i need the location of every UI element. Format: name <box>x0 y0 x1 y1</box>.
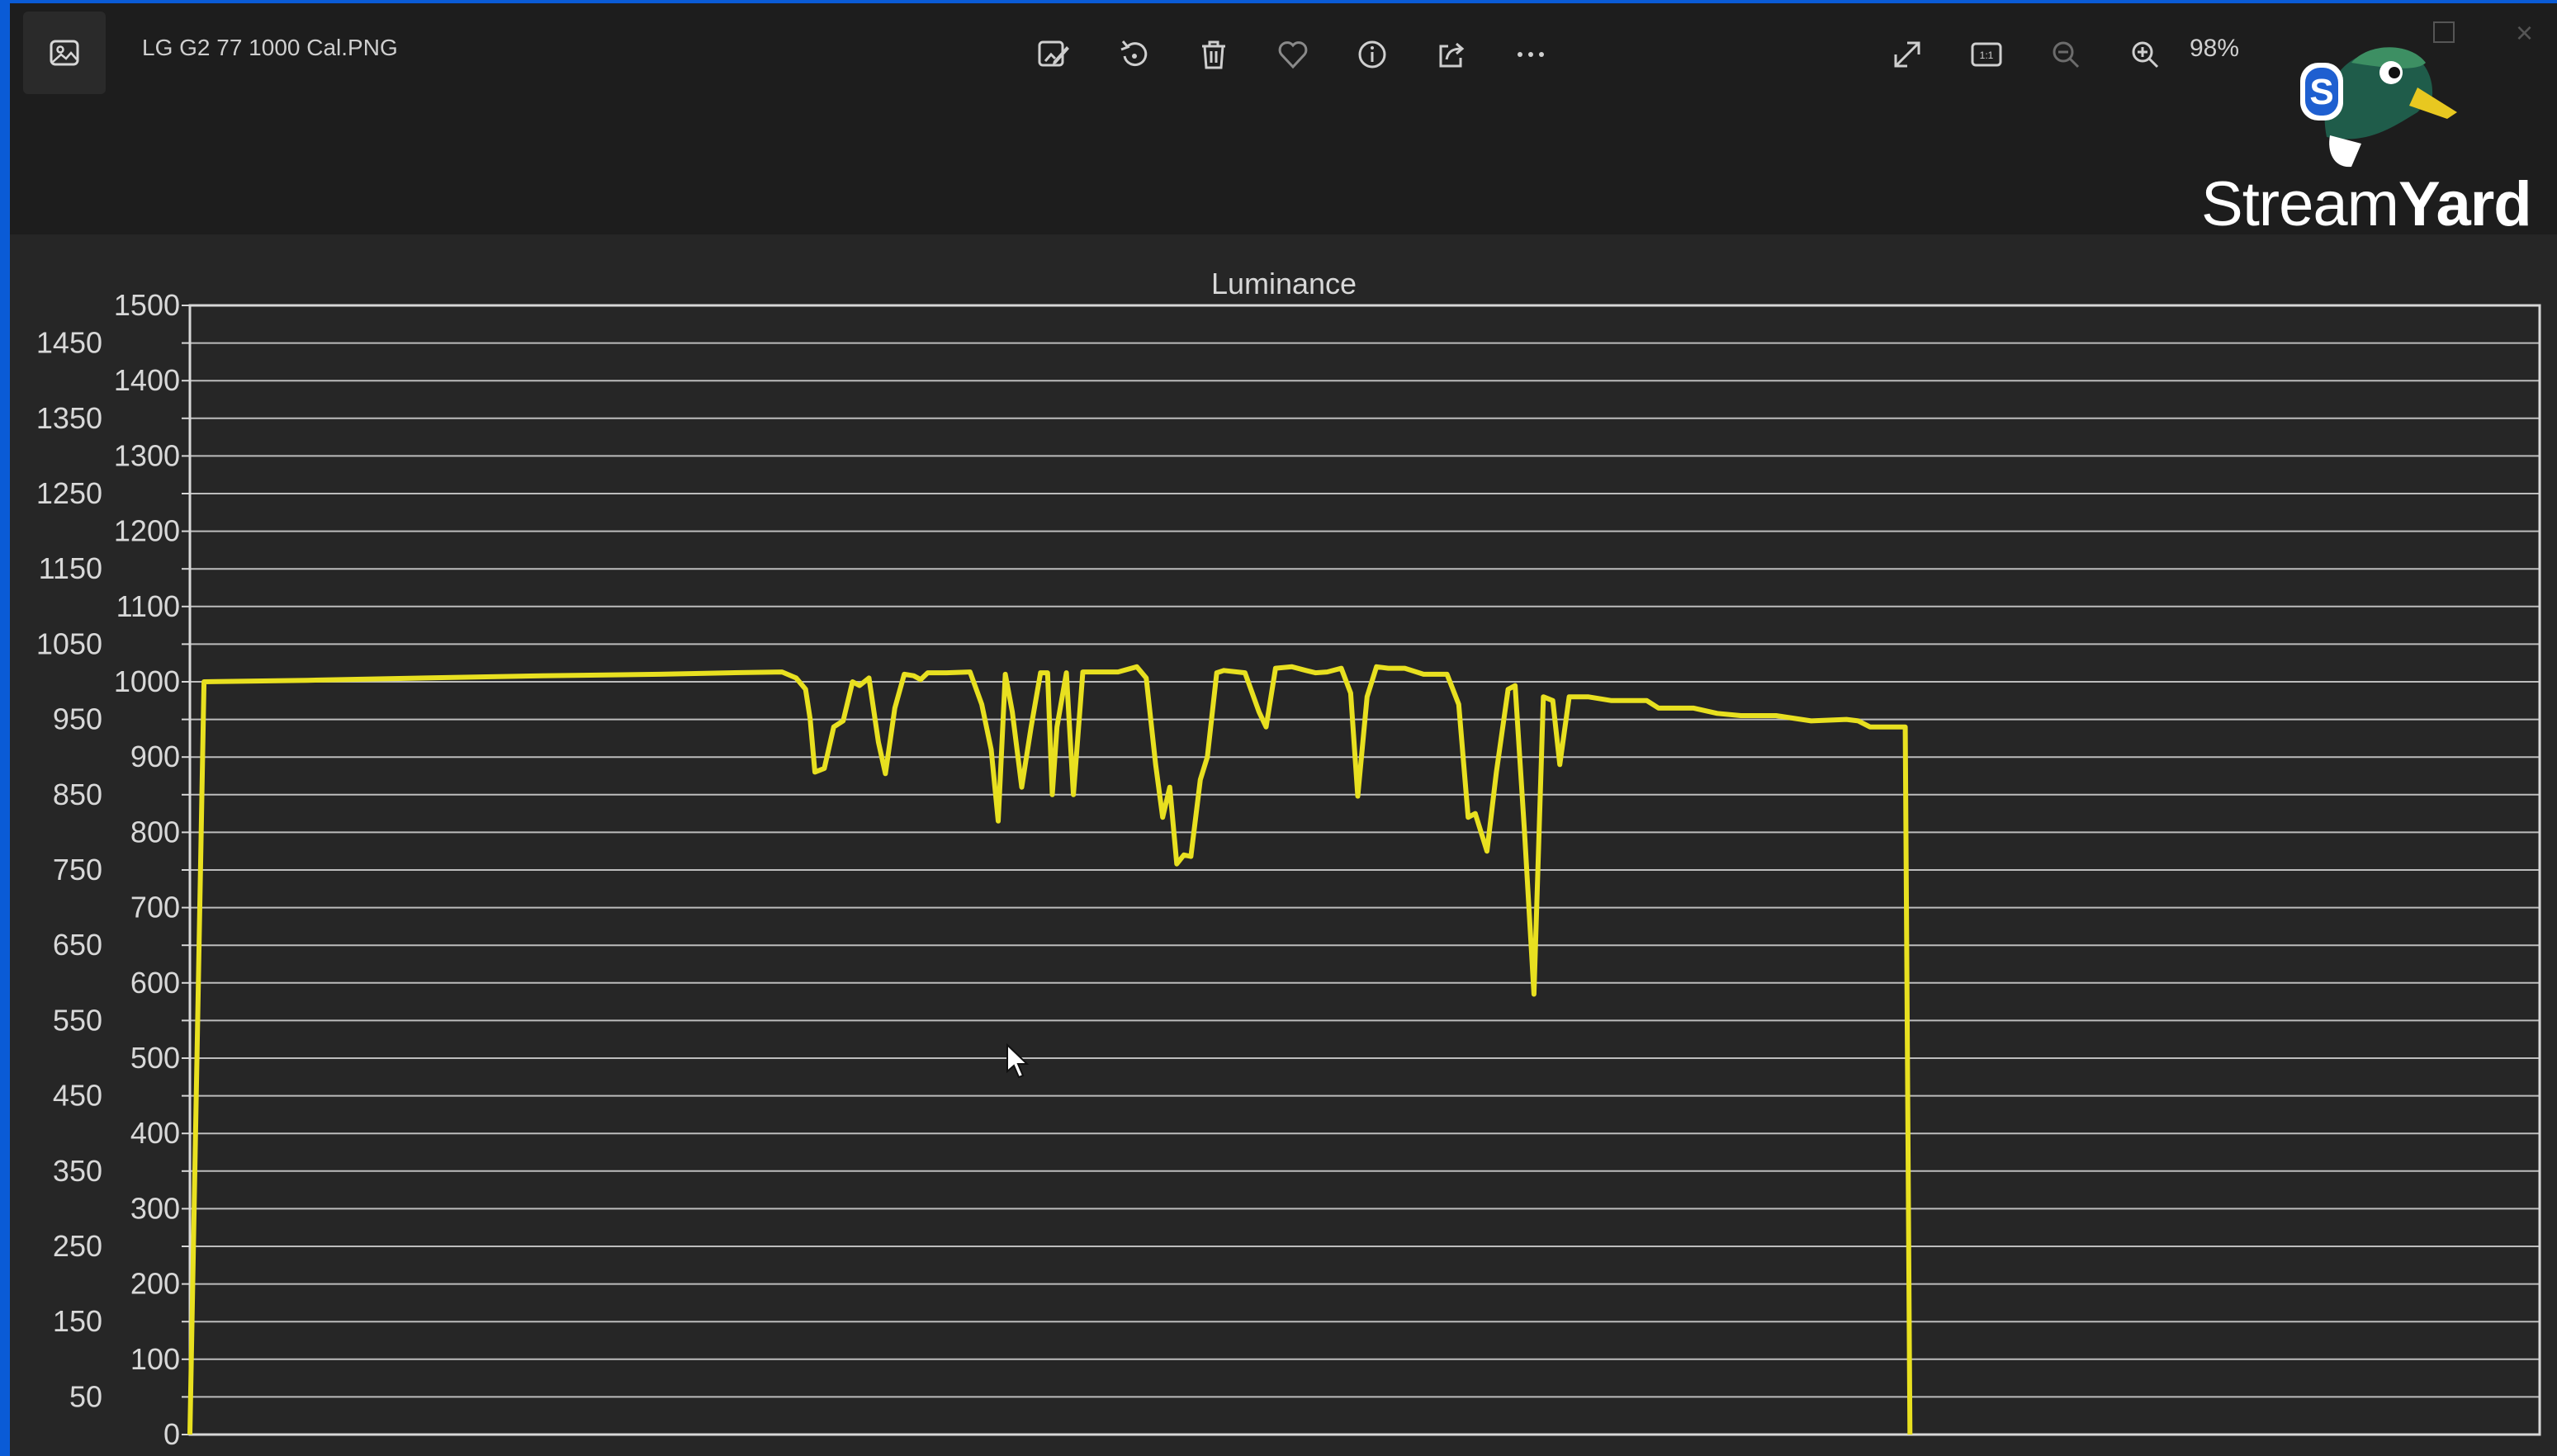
favorite-button[interactable] <box>1267 28 1319 81</box>
edit-image-button[interactable] <box>1027 28 1080 81</box>
y-tick-label-1300: 1300 <box>114 438 180 472</box>
brand-bold-text: Yard <box>2398 169 2532 239</box>
y-tick-label-700: 700 <box>130 891 180 924</box>
y-tick-label-1500: 1500 <box>114 288 180 322</box>
share-button[interactable] <box>1425 28 1478 81</box>
y-tick-label-1100: 1100 <box>116 589 180 623</box>
y-tick-label-350: 350 <box>53 1154 102 1188</box>
y-tick-label-450: 450 <box>53 1079 102 1113</box>
y-tick-label-300: 300 <box>130 1191 180 1225</box>
actual-size-button[interactable]: 1:1 <box>1960 28 2013 81</box>
zoom-in-icon <box>2132 41 2159 69</box>
zoom-out-button[interactable] <box>2039 28 2092 81</box>
chart-series-layer <box>187 664 1913 1435</box>
share-icon <box>1439 42 1465 68</box>
y-tick-label-850: 850 <box>53 778 102 811</box>
brand-light-text: Stream <box>2201 169 2399 239</box>
y-tick-label-50: 50 <box>69 1379 102 1413</box>
svg-text:1:1: 1:1 <box>1980 50 1994 61</box>
y-tick-label-1000: 1000 <box>114 664 180 698</box>
y-tick-label-200: 200 <box>130 1267 180 1301</box>
y-tick-label-1450: 1450 <box>36 326 102 360</box>
y-tick-label-0: 0 <box>163 1417 180 1451</box>
chart-grid <box>190 305 2540 1435</box>
badge-letter: S <box>2309 72 2333 112</box>
y-tick-label-900: 900 <box>130 740 180 773</box>
info-icon <box>1358 40 1386 69</box>
more-options-button[interactable] <box>1504 28 1557 81</box>
y-tick-label-500: 500 <box>130 1041 180 1075</box>
rotate-icon <box>1120 40 1148 67</box>
fullscreen-icon <box>1894 41 1920 68</box>
rotate-button[interactable] <box>1108 28 1161 81</box>
chart-title: Luminance <box>1211 267 1357 300</box>
y-tick-label-950: 950 <box>53 702 102 736</box>
y-tick-label-1350: 1350 <box>36 401 102 435</box>
actual-size-icon: 1:1 <box>1971 42 2002 67</box>
y-tick-label-400: 400 <box>130 1116 180 1150</box>
photo-viewer-titlebar: LG G2 77 1000 Cal.PNG 1:1 98% × <box>10 3 2557 234</box>
streamyard-wordmark: StreamYard <box>2201 168 2532 240</box>
y-tick-label-600: 600 <box>130 966 180 1000</box>
streamyard-logo: S StreamYard <box>2196 30 2543 241</box>
image-canvas: 0 50 100 150 200 250 300 350 400 450 500 550 600 650 7… <box>10 234 2557 1456</box>
window-left-border <box>0 0 10 1456</box>
y-tick-label-750: 750 <box>53 853 102 886</box>
delete-button[interactable] <box>1187 28 1240 81</box>
more-options-icon <box>1518 52 1544 57</box>
app-icon-button[interactable] <box>23 12 106 94</box>
edit-image-icon <box>1038 40 1069 67</box>
y-tick-label-150: 150 <box>53 1304 102 1338</box>
y-tick-label-550: 550 <box>53 1003 102 1037</box>
y-tick-label-650: 650 <box>53 928 102 962</box>
streamyard-duck-icon: S <box>2300 47 2457 168</box>
info-button[interactable] <box>1346 28 1399 81</box>
y-tick-label-1200: 1200 <box>114 514 180 548</box>
y-tick-label-1250: 1250 <box>36 476 102 510</box>
y-tick-label-1050: 1050 <box>36 626 102 660</box>
favorite-heart-icon <box>1278 41 1308 69</box>
y-tick-label-1400: 1400 <box>114 363 180 397</box>
y-tick-label-250: 250 <box>53 1229 102 1263</box>
delete-icon <box>1202 40 1225 69</box>
photos-app-icon <box>50 40 79 66</box>
zoom-out-icon <box>2053 41 2080 69</box>
fullscreen-button[interactable] <box>1881 28 1934 81</box>
zoom-in-button[interactable] <box>2119 28 2171 81</box>
mouse-pointer-icon <box>1006 1043 1030 1079</box>
luminance-chart: 0 50 100 150 200 250 300 350 400 450 500 550 600 650 7… <box>36 267 2541 1451</box>
y-tick-label-1150: 1150 <box>39 551 102 585</box>
y-tick-label-800: 800 <box>130 815 180 849</box>
series-line-0 <box>187 664 1913 1435</box>
y-tick-label-100: 100 <box>130 1342 180 1376</box>
file-name-title: LG G2 77 1000 Cal.PNG <box>142 35 398 60</box>
